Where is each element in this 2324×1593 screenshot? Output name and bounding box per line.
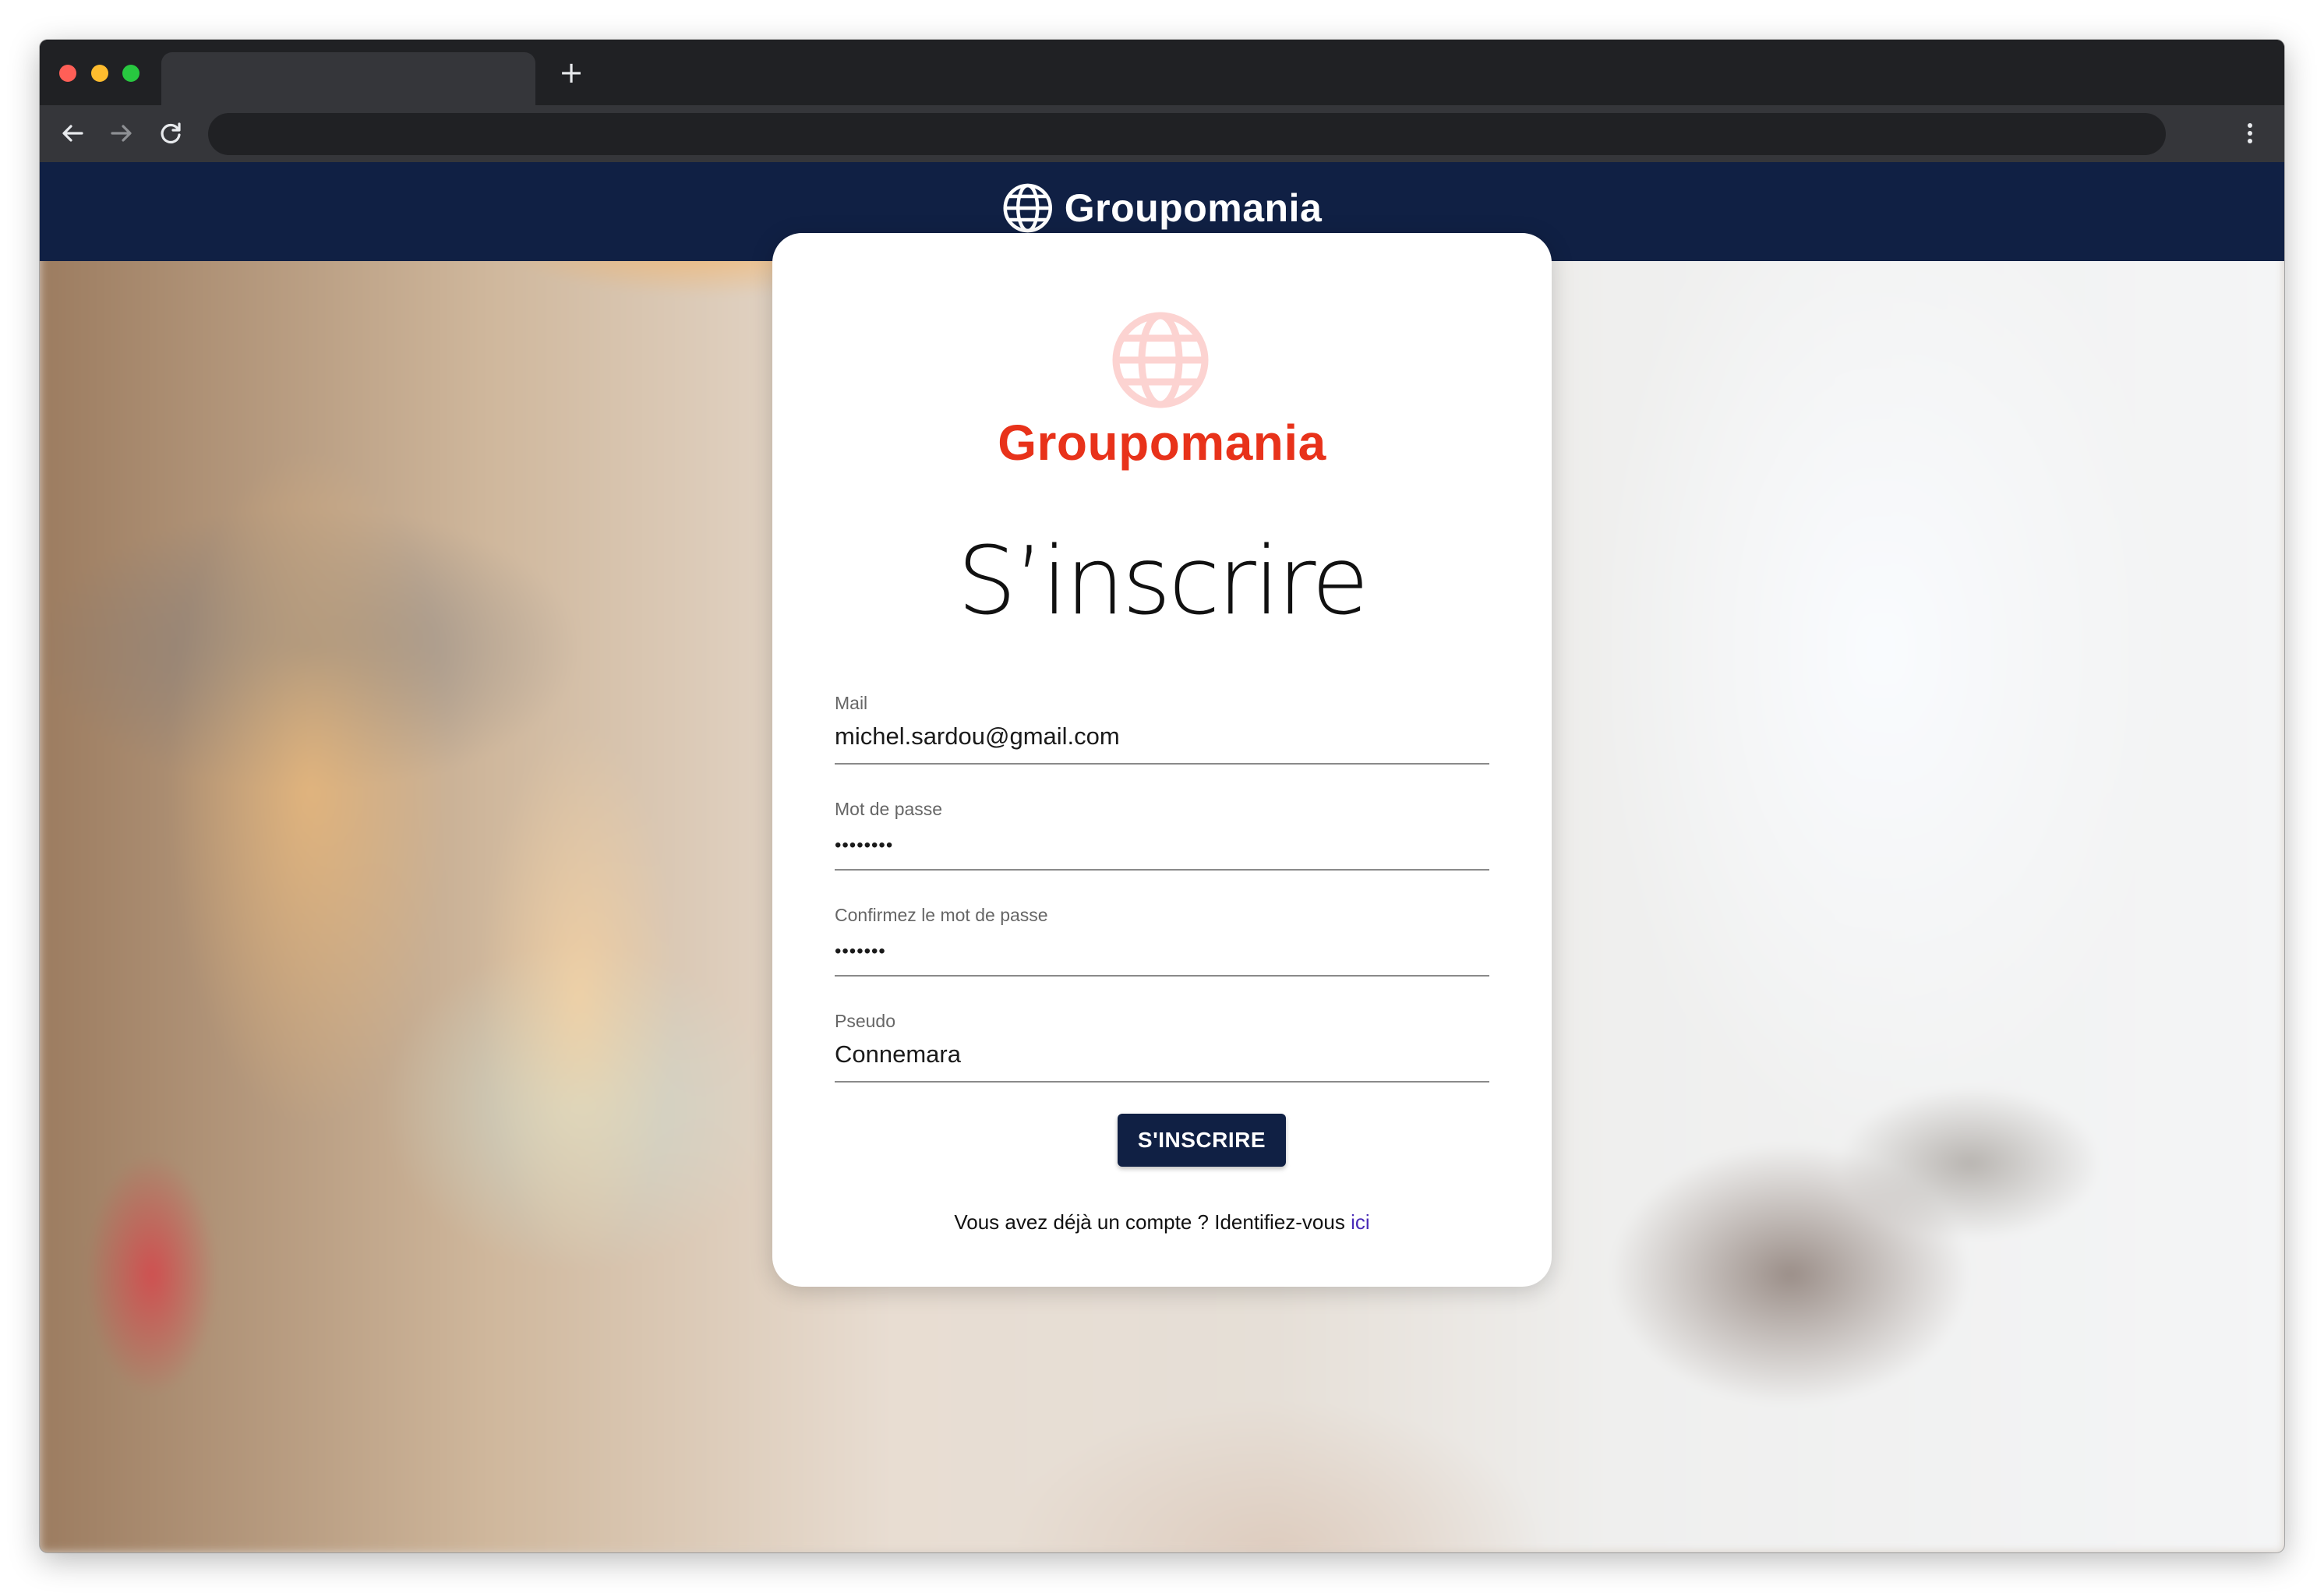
globe-icon	[1112, 312, 1209, 408]
pseudo-underline	[835, 1081, 1489, 1083]
forward-button[interactable]	[104, 116, 139, 150]
password-field[interactable]: Mot de passe ••••••••	[835, 799, 1489, 877]
maximize-window-button[interactable]	[122, 65, 140, 82]
browser-window: + Groupomania Groupomania S’inscrire Mai…	[40, 40, 2284, 1552]
more-vertical-icon	[2248, 123, 2252, 143]
signup-card: Groupomania S’inscrire Mail michel.sardo…	[772, 233, 1552, 1287]
back-button[interactable]	[55, 116, 90, 150]
page-viewport: Groupomania Groupomania S’inscrire Mail …	[40, 162, 2284, 1552]
arrow-right-icon	[111, 125, 132, 142]
login-prompt: Vous avez déjà un compte ? Identifiez-vo…	[772, 1210, 1552, 1234]
tab-strip: +	[40, 40, 2284, 105]
confirm-password-label: Confirmez le mot de passe	[835, 905, 1048, 925]
reload-icon	[161, 122, 181, 144]
browser-toolbar	[40, 105, 2284, 162]
email-input[interactable]: michel.sardou@gmail.com	[835, 722, 1489, 751]
reload-button[interactable]	[154, 116, 188, 150]
signup-button[interactable]: S'INSCRIRE	[1118, 1114, 1286, 1167]
address-bar[interactable]	[208, 113, 2166, 155]
login-prompt-text: Vous avez déjà un compte ? Identifiez-vo…	[954, 1210, 1351, 1234]
page-title: S’inscrire	[957, 528, 1369, 636]
login-link[interactable]: ici	[1351, 1210, 1370, 1234]
logo-name: Groupomania	[998, 415, 1326, 471]
minimize-window-button[interactable]	[91, 65, 108, 82]
globe-icon	[1003, 183, 1052, 233]
confirm-password-input[interactable]: •••••••	[835, 941, 1489, 963]
password-underline	[835, 869, 1489, 871]
confirm-password-field[interactable]: Confirmez le mot de passe •••••••	[835, 905, 1489, 983]
browser-menu-button[interactable]	[2233, 116, 2267, 150]
confirm-password-underline	[835, 975, 1489, 977]
email-field[interactable]: Mail michel.sardou@gmail.com	[835, 693, 1489, 771]
browser-tab[interactable]	[161, 52, 535, 105]
pseudo-field[interactable]: Pseudo Connemara	[835, 1011, 1489, 1089]
password-input[interactable]: ••••••••	[835, 835, 1489, 857]
header-brand[interactable]: Groupomania	[1002, 182, 1323, 234]
new-tab-button[interactable]: +	[554, 55, 588, 90]
email-underline	[835, 763, 1489, 765]
close-window-button[interactable]	[59, 65, 76, 82]
header-brand-name: Groupomania	[1064, 186, 1323, 230]
email-label: Mail	[835, 693, 868, 713]
pseudo-label: Pseudo	[835, 1011, 896, 1031]
pseudo-input[interactable]: Connemara	[835, 1040, 1489, 1068]
arrow-left-icon	[62, 125, 83, 142]
plus-icon: +	[559, 55, 584, 90]
password-label: Mot de passe	[835, 799, 943, 819]
